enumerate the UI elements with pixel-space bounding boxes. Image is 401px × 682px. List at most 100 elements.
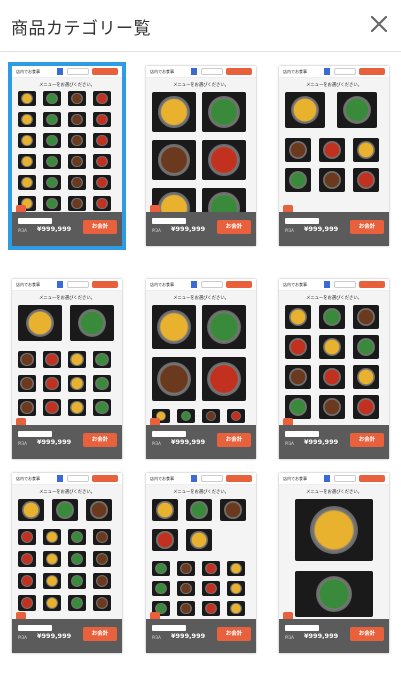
dish-thumbnail <box>202 409 220 423</box>
plate-icon <box>322 397 342 417</box>
card-topbar: 店内でお食事 <box>146 279 256 291</box>
card-pill <box>334 68 356 75</box>
dish-thumbnail <box>68 551 86 567</box>
layout-card-6[interactable]: 店内でお食事 メニューをお選びください。 Pl3A ¥999,999 お会計 <box>279 279 389 459</box>
plate-icon <box>208 96 240 128</box>
layout-card-3[interactable]: 店内でお食事 メニューをお選びください。 Pl3A ¥999,999 お会計 <box>279 66 389 246</box>
language-flag-icon <box>191 281 197 288</box>
dish-thumbnail <box>18 133 36 148</box>
plate-icon <box>20 352 34 367</box>
language-flag-icon <box>324 281 330 288</box>
card-menu-area: メニューをお選びください。 <box>146 485 256 619</box>
plate-icon <box>356 367 376 387</box>
dish-thumbnail <box>227 561 245 576</box>
plate-icon <box>190 531 208 549</box>
card-menu-area: メニューをお選びください。 <box>12 291 122 425</box>
card-footer-box <box>18 625 52 631</box>
dish-thumbnail <box>285 168 311 192</box>
layout-card-9[interactable]: 店内でお食事 メニューをお選びください。 Pl3A ¥999,999 お会計 <box>279 473 389 653</box>
plate-icon <box>322 140 342 160</box>
plate-icon <box>322 307 342 327</box>
layout-card-7[interactable]: 店内でお食事 メニューをお選びください。 Pl3A ¥999,999 お会計 <box>12 473 122 653</box>
card-pill-accent <box>359 281 385 288</box>
language-flag-icon <box>191 68 197 75</box>
dish-thumbnail <box>18 305 62 341</box>
plate-icon <box>21 113 33 126</box>
plate-icon <box>45 552 59 566</box>
card-pay-button: お会計 <box>217 627 251 641</box>
plate-icon <box>90 501 108 519</box>
card-topbar: 店内でお食事 <box>279 66 389 78</box>
plate-icon <box>96 134 108 147</box>
dish-thumbnail <box>202 581 220 596</box>
dish-thumbnail <box>93 91 111 106</box>
layout-card-8[interactable]: 店内でお食事メニューをお選びください。 Pl3A ¥999,999 お会計 <box>146 473 256 653</box>
dish-thumbnail <box>68 154 86 169</box>
dish-thumbnail <box>319 335 345 359</box>
plate-icon <box>70 596 84 610</box>
dish-thumbnail <box>202 561 220 576</box>
card-menu-area: メニューをお選びください。 <box>12 78 122 212</box>
dish-thumbnail <box>18 399 36 416</box>
card-prompt: メニューをお選びください。 <box>306 83 362 88</box>
dish-thumbnail <box>177 409 195 423</box>
plate-icon <box>46 176 58 189</box>
plate-icon <box>288 367 308 387</box>
card-shop-name: 店内でお食事 <box>283 476 307 481</box>
plate-icon <box>77 308 107 338</box>
plate-icon <box>71 176 83 189</box>
card-pill-accent <box>226 68 252 75</box>
dish-thumbnail <box>93 529 111 545</box>
card-prompt: メニューをお選びください。 <box>39 490 95 495</box>
card-footer-box <box>152 625 186 631</box>
card-price: ¥999,999 <box>37 438 72 446</box>
dish-thumbnail <box>43 399 61 416</box>
plate-icon <box>158 144 190 176</box>
dish-thumbnail <box>68 529 86 545</box>
card-footer: Pl3A ¥999,999 お会計 <box>146 425 256 459</box>
dish-thumbnail <box>152 92 196 132</box>
card-footer-label: Pl3A <box>152 441 161 446</box>
plate-icon <box>205 562 217 575</box>
dish-thumbnail <box>295 499 373 561</box>
plate-icon <box>356 397 376 417</box>
plate-icon <box>208 144 240 176</box>
dish-thumbnail <box>43 529 61 545</box>
card-pay-button: お会計 <box>83 627 117 641</box>
language-flag-icon <box>324 475 330 482</box>
layout-card-4[interactable]: 店内でお食事 メニューをお選びください。 Pl3A ¥999,999 お会計 <box>12 279 122 459</box>
card-pill-accent <box>226 475 252 482</box>
plate-icon <box>70 530 84 544</box>
dish-thumbnail <box>43 133 61 148</box>
plate-icon <box>288 397 308 417</box>
card-shop-name: 店内でお食事 <box>150 476 174 481</box>
plate-icon <box>96 176 108 189</box>
card-footer: Pl3A ¥999,999 お会計 <box>146 619 256 653</box>
layout-card-1[interactable]: 店内でお食事 メニューをお選びください。 Pl3A ¥999,999 お会計 <box>8 62 126 250</box>
card-pill-accent <box>359 68 385 75</box>
close-icon[interactable] <box>366 11 392 37</box>
card-prompt: メニューをお選びください。 <box>39 296 95 301</box>
card-footer: Pl3A ¥999,999 お会計 <box>12 425 122 459</box>
card-shop-name: 店内でお食事 <box>283 282 307 287</box>
dialog-title: 商品カテゴリー覧 <box>11 19 151 39</box>
layout-card-2[interactable]: 店内でお食事 メニューをお選びください。 Pl3A ¥999,999 お会計 <box>146 66 256 246</box>
plate-icon <box>21 134 33 147</box>
plate-icon <box>230 410 242 422</box>
dish-thumbnail <box>43 196 61 211</box>
card-pay-button: お会計 <box>350 220 384 234</box>
card-footer-label: Pl3A <box>18 635 27 640</box>
card-menu-area: メニューをお選びください。 <box>146 291 256 425</box>
plate-icon <box>155 562 167 575</box>
dish-thumbnail <box>43 595 61 611</box>
plate-icon <box>71 155 83 168</box>
dish-thumbnail <box>18 91 36 106</box>
card-pay-button: お会計 <box>217 433 251 447</box>
language-flag-icon <box>57 281 63 288</box>
card-topbar: 店内でお食事 <box>12 473 122 485</box>
card-pill <box>67 68 89 75</box>
layout-card-5[interactable]: 店内でお食事 メニューをお選びください。 Pl3A ¥999,999 お会計 <box>146 279 256 459</box>
dish-thumbnail <box>68 375 86 392</box>
dish-thumbnail <box>93 196 111 211</box>
plate-icon <box>70 376 84 391</box>
